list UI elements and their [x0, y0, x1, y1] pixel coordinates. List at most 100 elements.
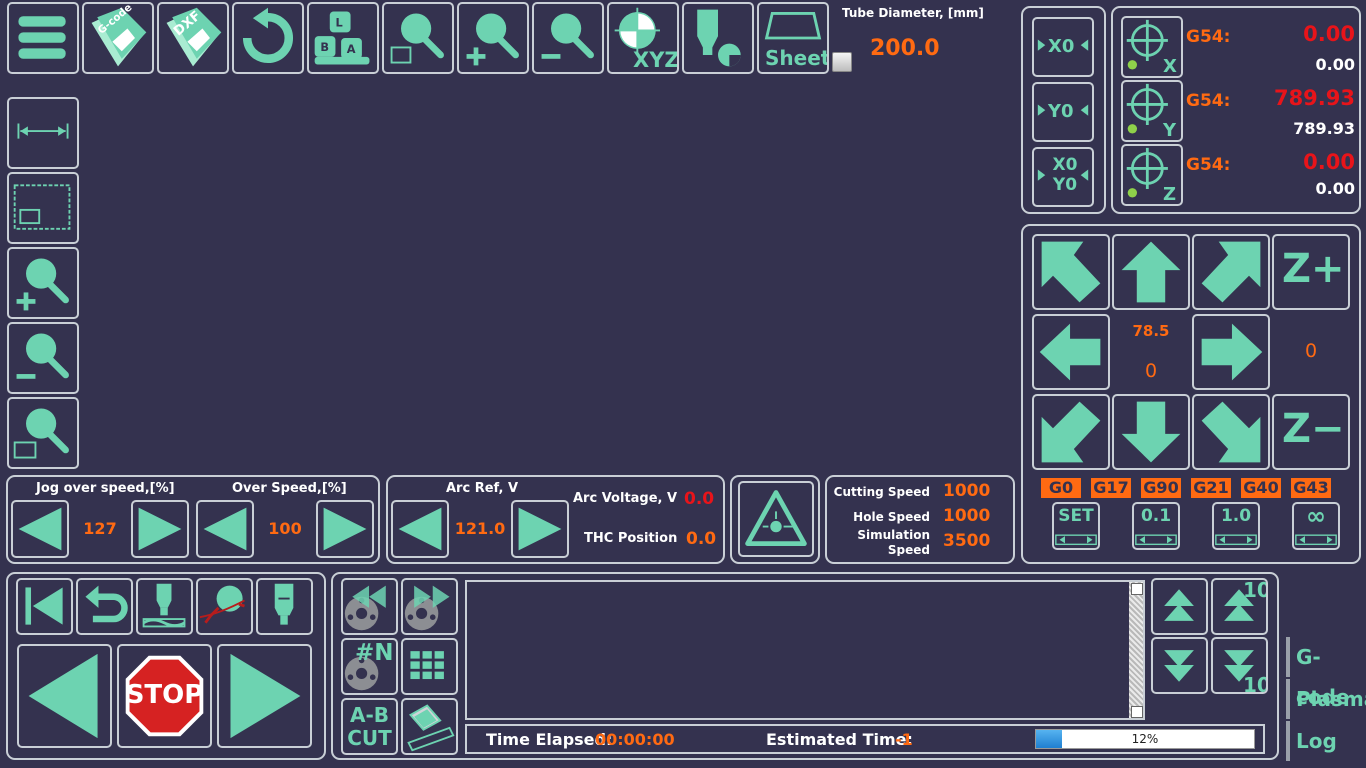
- jog-speed-decrease-button[interactable]: [11, 500, 69, 558]
- jog-down-right-button[interactable]: [1192, 394, 1270, 470]
- step-continuous-button[interactable]: ∞: [1292, 502, 1340, 550]
- axis-z-button[interactable]: Z: [1121, 144, 1183, 206]
- side-zoom-in-button[interactable]: [7, 247, 79, 319]
- jog-speed-increase-button[interactable]: [131, 500, 189, 558]
- over-speed-increase-button[interactable]: [316, 500, 374, 558]
- tab-gcode[interactable]: G-code: [1286, 637, 1366, 709]
- step-set-button[interactable]: SET: [1052, 502, 1100, 550]
- thc-enable-button[interactable]: [738, 481, 814, 557]
- arc-ref-increase-button[interactable]: [511, 500, 569, 558]
- axis-y-button[interactable]: Y: [1121, 80, 1183, 142]
- arc-ref-decrease-button[interactable]: [391, 500, 449, 558]
- arrow-up-right-icon: [1201, 241, 1261, 303]
- estimated-time-label: Estimated Time:: [766, 730, 913, 749]
- jog-up-left-button[interactable]: [1032, 234, 1110, 310]
- step-forward-button[interactable]: [401, 578, 458, 635]
- jog-left-button[interactable]: [1032, 314, 1110, 390]
- run-forward-button[interactable]: [217, 644, 312, 748]
- open-dxf-button[interactable]: DXF: [157, 2, 229, 74]
- side-zoom-window-button[interactable]: [7, 397, 79, 469]
- tube-mode-checkbox[interactable]: [832, 52, 852, 72]
- ab-cut-label: A-B CUT: [343, 704, 396, 750]
- torch-test-button[interactable]: [682, 2, 754, 74]
- ab-cut-button[interactable]: A-B CUT: [341, 698, 398, 755]
- step-continuous-label: ∞: [1306, 502, 1326, 530]
- fit-to-sheet-button[interactable]: [7, 172, 79, 244]
- jog-down-button[interactable]: [1112, 394, 1190, 470]
- axis-x-button[interactable]: X: [1121, 16, 1183, 78]
- measure-button[interactable]: [7, 97, 79, 169]
- side-zoom-out-button[interactable]: [7, 322, 79, 394]
- play-forward-icon: [230, 653, 301, 739]
- thc-position-value: 0.0: [686, 529, 717, 549]
- triangle-right-icon: [518, 507, 562, 551]
- scroll-up-arrow-icon[interactable]: [1131, 583, 1143, 595]
- grid-view-button[interactable]: [401, 638, 458, 695]
- keyboard-button[interactable]: L B A: [307, 2, 379, 74]
- scroll-up-button[interactable]: [1151, 578, 1208, 635]
- gcode-viewer[interactable]: [465, 580, 1145, 720]
- scroll-down-ten-button[interactable]: 10: [1211, 637, 1268, 694]
- sheet-button[interactable]: Sheet: [757, 2, 829, 74]
- cutting-speed-label: Cutting Speed: [833, 485, 930, 499]
- progress-bar: 12%: [1035, 729, 1255, 749]
- zero-x-button[interactable]: X0: [1032, 17, 1094, 77]
- arrow-down-left-icon: [1041, 401, 1101, 463]
- set-origin-xyz-button[interactable]: XYZ: [607, 2, 679, 74]
- axis-z-letter: Z: [1163, 184, 1177, 205]
- step-0-1-button[interactable]: 0.1: [1132, 502, 1180, 550]
- z-minus-label: Z−: [1282, 406, 1345, 452]
- keyboard-keys-icon: L B A: [314, 11, 370, 65]
- over-speed-decrease-button[interactable]: [196, 500, 254, 558]
- zoom-in-icon: [16, 258, 69, 311]
- ab-cut-label-line1: A-B: [349, 703, 390, 727]
- scroll-down-arrow-icon[interactable]: [1131, 706, 1143, 718]
- menu-button[interactable]: [7, 2, 79, 74]
- axis-x-letter: X: [1163, 56, 1177, 77]
- jog-center-value-bottom: 0: [1144, 360, 1158, 382]
- jog-center-value-top: 78.5: [1132, 322, 1170, 340]
- torch-pierce-button[interactable]: [136, 578, 193, 635]
- zero-y-button[interactable]: Y0: [1032, 82, 1094, 142]
- step-back-button[interactable]: [341, 578, 398, 635]
- triangle-right-icon: [138, 507, 182, 551]
- sheet-align-button[interactable]: [401, 698, 458, 755]
- zero-x-label: X0: [1048, 36, 1075, 57]
- gcode-mode-g21: G21: [1191, 478, 1231, 498]
- zoom-window-button[interactable]: [382, 2, 454, 74]
- gcode-mode-g0: G0: [1041, 478, 1081, 498]
- jog-right-button[interactable]: [1192, 314, 1270, 390]
- gcode-mode-g43: G43: [1291, 478, 1331, 498]
- stop-button[interactable]: STOP: [117, 644, 212, 748]
- torch-on-button[interactable]: [256, 578, 313, 635]
- reload-button[interactable]: [232, 2, 304, 74]
- reload-icon: [242, 7, 293, 63]
- zero-xy-button[interactable]: X0 Y0: [1032, 147, 1094, 207]
- open-gcode-button[interactable]: G-code: [82, 2, 154, 74]
- go-to-line-button[interactable]: #N: [341, 638, 398, 695]
- scroll-up-ten-button[interactable]: 10: [1211, 578, 1268, 635]
- gcode-file-icon: G-code: [91, 4, 147, 67]
- triangle-right-icon: [323, 507, 367, 551]
- zoom-out-button[interactable]: [532, 2, 604, 74]
- run-backward-button[interactable]: [17, 644, 112, 748]
- arrow-up-left-icon: [1041, 241, 1101, 303]
- return-button[interactable]: [76, 578, 133, 635]
- stop-label: STOP: [125, 680, 204, 710]
- go-to-start-button[interactable]: [16, 578, 73, 635]
- jog-z-minus-button[interactable]: Z−: [1272, 394, 1350, 470]
- jog-z-plus-button[interactable]: Z+: [1272, 234, 1350, 310]
- step-1-0-button[interactable]: 1.0: [1212, 502, 1260, 550]
- trace-path-button[interactable]: [196, 578, 253, 635]
- tab-plasma[interactable]: Plasma: [1286, 679, 1366, 719]
- zoom-in-button[interactable]: [457, 2, 529, 74]
- tab-log[interactable]: Log: [1286, 721, 1366, 761]
- gcode-scrollbar[interactable]: [1129, 582, 1143, 718]
- axis-x-machine-value: 0.00: [1315, 55, 1355, 74]
- jog-up-button[interactable]: [1112, 234, 1190, 310]
- jog-down-left-button[interactable]: [1032, 394, 1110, 470]
- scroll-down-button[interactable]: [1151, 637, 1208, 694]
- jog-up-right-button[interactable]: [1192, 234, 1270, 310]
- arc-voltage-label: Arc Voltage, V: [573, 491, 678, 506]
- skip-to-start-icon: [25, 587, 63, 625]
